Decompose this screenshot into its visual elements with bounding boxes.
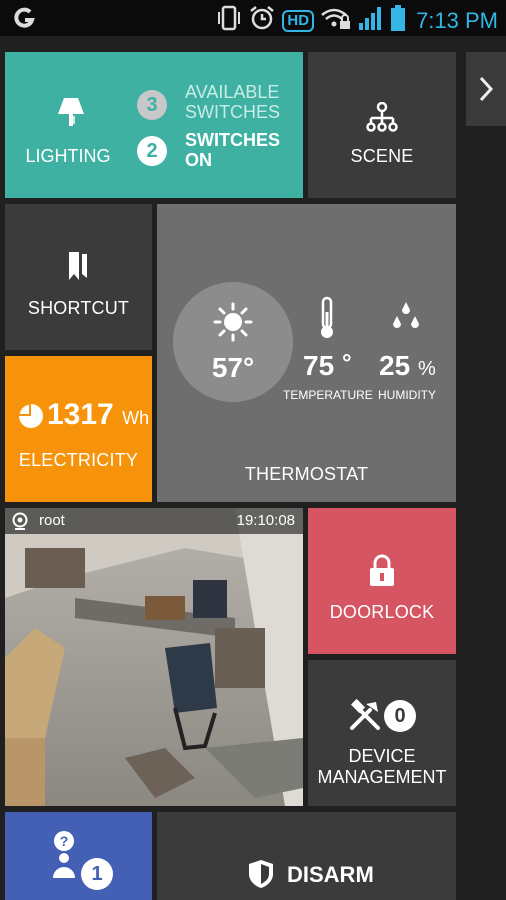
signal-icon [358, 5, 384, 36]
electricity-label: ELECTRICITY [18, 450, 139, 470]
chevron-right-icon [479, 76, 494, 102]
humidity-value: 25 % [379, 350, 436, 381]
lamp-icon [56, 96, 86, 137]
shortcut-tile[interactable]: SHORTCUT [5, 204, 152, 350]
next-page-button[interactable] [466, 52, 506, 126]
camera-tile[interactable]: root 19:10:08 [5, 508, 303, 806]
thermometer-icon [316, 296, 338, 345]
camera-feed-image [5, 508, 303, 806]
thermostat-tile[interactable]: 57° 75 ° TEMPERATURE 25 % HUMIDITY THERM… [157, 204, 456, 502]
device-count-badge: 0 [384, 700, 416, 732]
wifi-lock-icon [320, 5, 352, 36]
padlock-icon [368, 554, 396, 593]
status-bar: HD 7:13 PM [0, 0, 506, 36]
help-tile[interactable]: ? 1 [5, 812, 152, 900]
thermostat-label: THERMOSTAT [244, 464, 369, 484]
available-switches-label: AVAILABLE SWITCHES [185, 82, 281, 122]
doorlock-tile[interactable]: DOORLOCK [308, 508, 456, 654]
scene-tile[interactable]: SCENE [308, 52, 456, 198]
sun-icon [213, 302, 253, 347]
lighting-tile[interactable]: LIGHTING 3 AVAILABLE SWITCHES 2 SWITCHES… [5, 52, 303, 198]
scene-label: SCENE [350, 146, 414, 166]
outdoor-temperature: 57° [211, 352, 255, 383]
switches-on-label: SWITCHES ON [185, 130, 281, 170]
app-logo-icon [12, 6, 36, 35]
humidity-label: HUMIDITY [378, 388, 436, 402]
help-person-icon: ? [51, 830, 77, 885]
shortcut-label: SHORTCUT [27, 298, 130, 318]
water-drops-icon [389, 300, 423, 341]
temperature-value: 75 ° [303, 350, 352, 381]
electricity-tile[interactable]: 1317 Wh ELECTRICITY [5, 356, 152, 502]
camera-timestamp: 19:10:08 [236, 512, 295, 529]
shield-icon [247, 858, 275, 895]
bookmark-icon [65, 250, 91, 287]
pie-chart-icon [17, 402, 45, 435]
alarm-icon [248, 4, 276, 37]
scene-tree-icon [366, 101, 398, 137]
doorlock-label: DOORLOCK [329, 602, 435, 622]
switches-on-count: 2 [137, 136, 167, 166]
webcam-icon [11, 512, 29, 534]
status-time: 7:13 PM [416, 7, 498, 33]
svg-text:?: ? [60, 833, 69, 849]
hd-voice-icon: HD [282, 9, 315, 32]
electricity-value: 1317 Wh [47, 398, 150, 431]
device-management-label: DEVICE MANAGEMENT [317, 746, 447, 787]
camera-info-bar: root 19:10:08 [5, 508, 303, 534]
disarm-label: DISARM [287, 862, 374, 887]
camera-user: root [39, 512, 65, 529]
security-tile[interactable]: DISARM [157, 812, 456, 900]
outdoor-weather-circle: 57° [173, 282, 293, 402]
help-count-badge: 1 [81, 858, 113, 890]
battery-icon [390, 4, 406, 37]
temperature-label: TEMPERATURE [283, 388, 373, 402]
device-management-tile[interactable]: 0 DEVICE MANAGEMENT [308, 660, 456, 806]
lighting-label: LIGHTING [25, 146, 111, 166]
available-switches-count: 3 [137, 90, 167, 120]
tools-icon [348, 698, 382, 737]
vibrate-icon [216, 4, 242, 37]
